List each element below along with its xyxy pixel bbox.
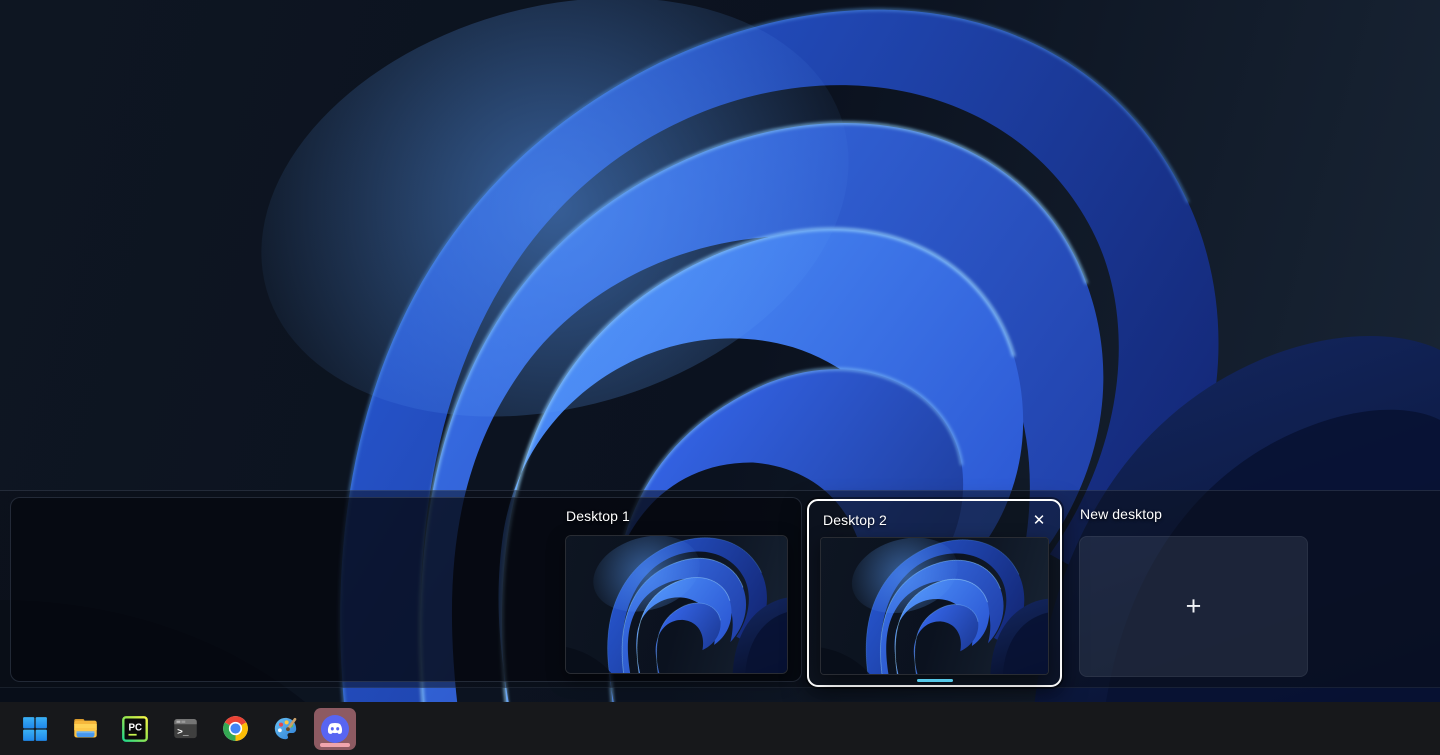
terminal-glyph: >_: [177, 726, 189, 737]
screen: Desktop 1 Desktop 2 ✕ New desktop +: [0, 0, 1440, 755]
discord-active-underline: [320, 743, 350, 747]
active-desktop-indicator: [917, 679, 953, 682]
discord-icon: [320, 714, 350, 744]
file-explorer-button[interactable]: [64, 708, 106, 750]
desktop-2-label: Desktop 2: [823, 512, 887, 528]
paint-icon: [272, 715, 299, 742]
task-view-panel: Desktop 1 Desktop 2 ✕ New desktop +: [0, 490, 1440, 688]
desktop-1-thumbnail[interactable]: [565, 535, 788, 674]
close-icon: ✕: [1033, 511, 1046, 529]
desktop-1-label: Desktop 1: [566, 508, 630, 524]
paint-button[interactable]: [264, 708, 306, 750]
chrome-icon: [222, 715, 249, 742]
terminal-icon: >_: [172, 715, 199, 742]
new-desktop-label: New desktop: [1080, 506, 1162, 522]
pycharm-glyph: PC: [129, 722, 143, 733]
terminal-button[interactable]: >_: [164, 708, 206, 750]
windows-start-icon: [22, 716, 48, 742]
desktop-2-thumbnail[interactable]: [820, 537, 1049, 675]
taskbar: PC >_: [0, 702, 1440, 755]
desktop-2-wallpaper-preview: [821, 538, 1048, 674]
pycharm-icon: PC: [122, 716, 148, 742]
new-desktop-button[interactable]: +: [1079, 536, 1308, 677]
start-button[interactable]: [14, 708, 56, 750]
discord-button[interactable]: [314, 708, 356, 750]
chrome-button[interactable]: [214, 708, 256, 750]
pycharm-button[interactable]: PC: [114, 708, 156, 750]
close-desktop-button[interactable]: ✕: [1027, 508, 1051, 532]
desktop-2-card-selected[interactable]: Desktop 2 ✕: [807, 499, 1062, 687]
plus-icon: +: [1186, 591, 1202, 622]
desktop-1-wallpaper-preview: [566, 536, 787, 673]
file-explorer-icon: [72, 715, 99, 742]
